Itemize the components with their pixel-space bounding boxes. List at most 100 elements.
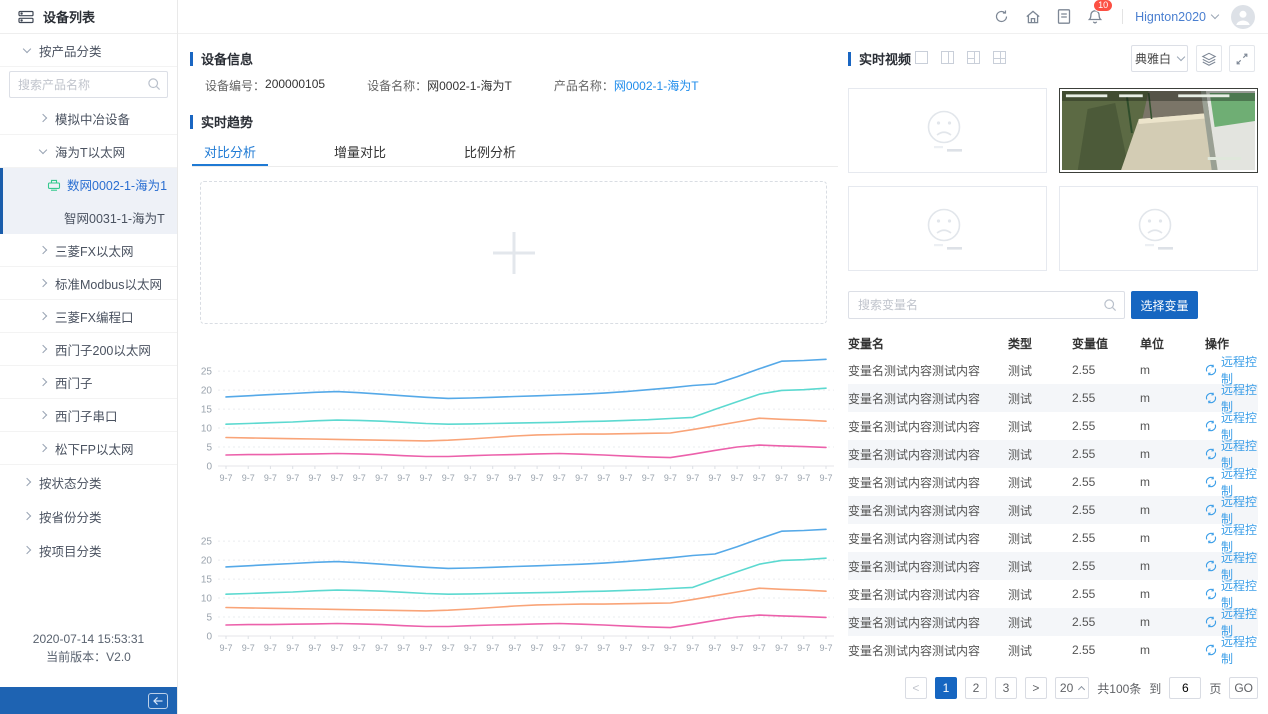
svg-text:15: 15 [201,405,213,416]
search-icon[interactable] [1103,298,1117,312]
no-video-face-icon [917,206,979,252]
device-info-field: 产品名称：网0002-1-海为T [554,77,699,94]
remote-control-link[interactable]: 远程控制 [1205,633,1258,667]
svg-text:9-7: 9-7 [686,473,699,483]
user-menu[interactable]: Hignton2020 [1135,10,1218,24]
refresh-icon[interactable] [986,8,1017,25]
sidebar-item[interactable]: 松下FP以太网 [0,432,177,465]
video-cell-placeholder[interactable] [1059,186,1258,271]
page-size-select[interactable]: 20 [1055,677,1089,699]
sidebar-group-item[interactable]: 按省份分类 [0,499,177,533]
page-button[interactable]: 3 [995,677,1017,699]
cell-type: 测试 [1008,586,1072,603]
cell-type: 测试 [1008,502,1072,519]
svg-text:9-7: 9-7 [286,473,299,483]
sidebar-item[interactable]: 数网0002-1-海为1 [3,168,177,201]
sidebar-group-product[interactable]: 按产品分类 [0,34,177,67]
trend-tab[interactable]: 增量对比 [322,138,398,166]
sidebar-group-label: 按省份分类 [39,507,102,526]
theme-select[interactable]: 典雅白 [1131,45,1188,72]
sidebar-header: 设备列表 [0,0,177,34]
layout-3-view-icon[interactable] [967,51,980,64]
info-field-label: 产品名称： [554,77,614,94]
variable-row: 变量名测试内容测试内容测试2.55m远程控制 [848,384,1258,412]
video-cell-placeholder[interactable] [848,88,1047,173]
layout-4-view-icon[interactable] [993,51,1006,64]
caret-right-icon [39,279,47,287]
caret-right-icon [39,444,47,452]
layout-2-view-icon[interactable] [941,51,954,64]
trend-title: 实时趋势 [190,112,253,131]
trend-title-label: 实时趋势 [201,112,253,131]
sidebar-item[interactable]: 三菱FX以太网 [0,234,177,267]
svg-text:9-7: 9-7 [464,473,477,483]
caret-right-icon [23,478,31,486]
sidebar-item[interactable]: 三菱FX编程口 [0,300,177,333]
avatar[interactable] [1231,5,1255,29]
cell-type: 测试 [1008,362,1072,379]
svg-text:9-7: 9-7 [531,473,544,483]
select-variable-button[interactable]: 选择变量 [1131,291,1198,319]
device-info-field: 设备名称：网0002-1-海为T [367,77,512,94]
search-icon[interactable] [147,77,161,91]
svg-text:9-7: 9-7 [575,643,588,653]
product-name-link[interactable]: 网0002-1-海为T [614,77,699,94]
product-tree: 模拟中冶设备海为T以太网数网0002-1-海为1智网0031-1-海为T三菱FX… [0,102,177,465]
fullscreen-expand-icon[interactable] [1229,45,1255,72]
trend-chart-2[interactable]: 05101520259-79-79-79-79-79-79-79-79-79-7… [192,516,840,668]
home-icon[interactable] [1017,8,1048,26]
cell-name: 变量名测试内容测试内容 [848,474,1008,491]
sidebar-item[interactable]: 标准Modbus以太网 [0,267,177,300]
header-divider [1122,9,1123,24]
cell-type: 测试 [1008,558,1072,575]
sidebar-item[interactable]: 西门子200以太网 [0,333,177,366]
goto-page-input[interactable] [1169,677,1201,699]
sidebar-item[interactable]: 海为T以太网 [0,135,177,168]
cell-name: 变量名测试内容测试内容 [848,362,1008,379]
cell-value: 2.55 [1072,475,1140,489]
video-cell-live[interactable] [1059,88,1258,173]
cell-unit: m [1140,363,1205,377]
trend-tab[interactable]: 对比分析 [192,138,268,166]
sidebar-group-item[interactable]: 按项目分类 [0,533,177,567]
sidebar-item[interactable]: 西门子 [0,366,177,399]
app-header: 10 Hignton2020 [178,0,1268,34]
document-icon[interactable] [1048,8,1079,25]
cell-value: 2.55 [1072,447,1140,461]
variable-row: 变量名测试内容测试内容测试2.55m远程控制 [848,552,1258,580]
col-unit: 单位 [1140,335,1205,352]
sidebar-item[interactable]: 西门子串口 [0,399,177,432]
sidebar-item[interactable]: 智网0031-1-海为T [3,201,177,234]
sidebar-item-label: 标准Modbus以太网 [55,274,162,293]
camera-feed-image [1062,91,1255,170]
notifications-bell-icon[interactable]: 10 [1079,8,1110,26]
layout-1-view-icon[interactable] [915,51,928,64]
video-cell-placeholder[interactable] [848,186,1047,271]
sidebar-item-label: 松下FP以太网 [55,439,133,458]
svg-text:9-7: 9-7 [486,643,499,653]
svg-text:9-7: 9-7 [597,643,610,653]
page-button[interactable]: 1 [935,677,957,699]
collapse-sidebar-button[interactable] [148,693,168,709]
cell-value: 2.55 [1072,643,1140,657]
sidebar-search [9,71,168,98]
variable-search-input[interactable] [848,291,1125,319]
sidebar-group-item[interactable]: 按状态分类 [0,465,177,499]
sidebar-item-label: 数网0002-1-海为1 [67,175,167,194]
svg-text:9-7: 9-7 [264,643,277,653]
prev-page-button[interactable]: < [905,677,927,699]
sidebar-item-label: 海为T以太网 [55,142,125,161]
no-video-face-icon [1128,206,1190,252]
next-page-button[interactable]: > [1025,677,1047,699]
layers-button[interactable] [1196,45,1222,72]
caret-right-icon [39,312,47,320]
sidebar-item[interactable]: 模拟中冶设备 [0,102,177,135]
trend-tab[interactable]: 比例分析 [452,138,528,166]
add-chart-placeholder[interactable] [200,181,827,324]
cell-name: 变量名测试内容测试内容 [848,586,1008,603]
go-button[interactable]: GO [1229,677,1258,699]
page-button[interactable]: 2 [965,677,987,699]
product-search-input[interactable] [9,71,168,98]
remote-control-label: 远程控制 [1221,633,1258,667]
trend-chart-1[interactable]: 05101520259-79-79-79-79-79-79-79-79-79-7… [192,346,840,498]
